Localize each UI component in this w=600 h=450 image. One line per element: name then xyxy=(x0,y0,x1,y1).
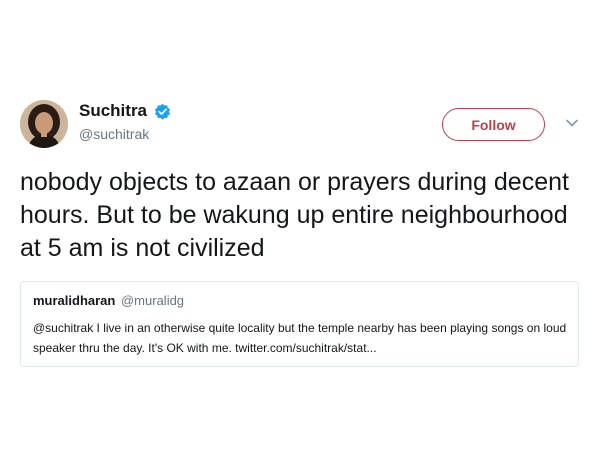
chevron-down-icon[interactable] xyxy=(565,118,579,128)
quoted-author-handle: @muralidg xyxy=(120,293,185,308)
verified-badge-icon xyxy=(154,103,171,120)
quoted-tweet-author: muralidharan @muralidg xyxy=(33,293,184,309)
avatar-photo-icon xyxy=(20,100,68,148)
tweet-text: nobody objects to azaan or prayers durin… xyxy=(20,168,569,262)
quoted-tweet-card[interactable]: muralidharan @muralidg @suchitrak I live… xyxy=(20,281,579,367)
quoted-author-name: muralidharan xyxy=(33,293,116,308)
avatar[interactable] xyxy=(20,100,68,148)
follow-button[interactable]: Follow xyxy=(442,108,545,141)
author-handle[interactable]: @suchitrak xyxy=(79,125,149,143)
author-name[interactable]: Suchitra xyxy=(79,101,147,121)
quoted-tweet-text: @suchitrak I live in an otherwise quite … xyxy=(33,321,567,355)
